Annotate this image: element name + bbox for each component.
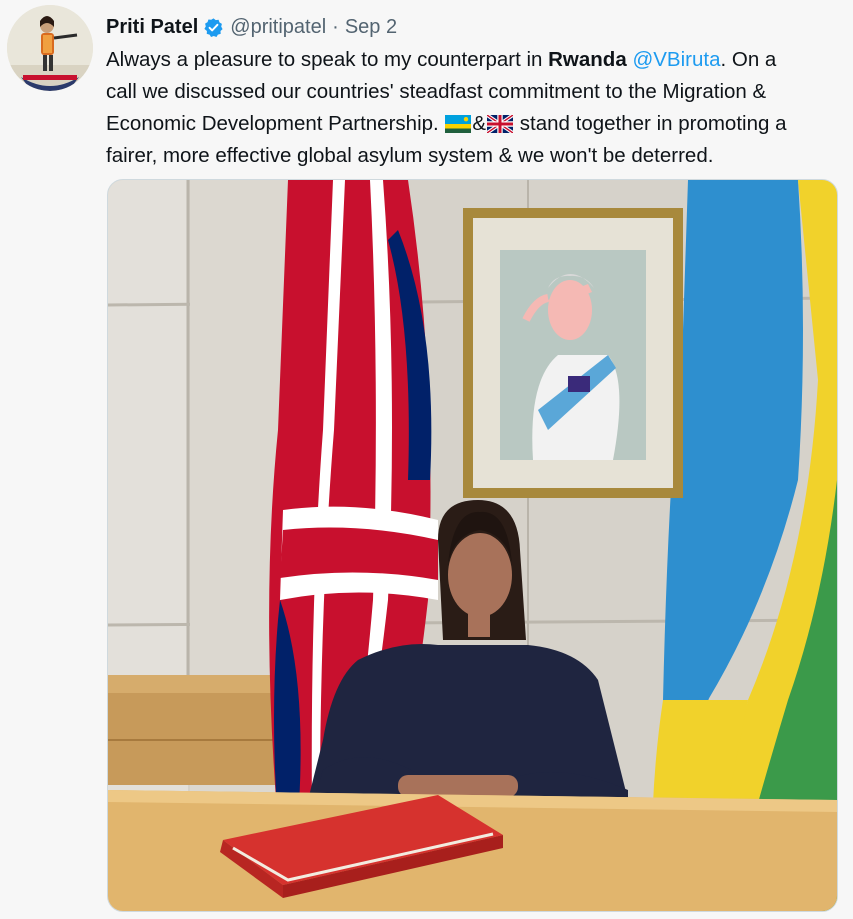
tweet-text-line-4: fairer, more effective global asylum sys… bbox=[106, 144, 714, 167]
tweet-text-segment: Always a pleasure to speak to my counter… bbox=[106, 48, 549, 71]
tweet-text: Always a pleasure to speak to my counter… bbox=[106, 44, 836, 172]
tweet-text-line-2: call we discussed our countries' steadfa… bbox=[106, 80, 767, 103]
tweet-text-segment: & bbox=[472, 112, 487, 135]
author-handle[interactable]: @pritipatel bbox=[230, 16, 326, 39]
tweet-text-segment: . On a bbox=[720, 48, 777, 71]
author-name[interactable]: Priti Patel bbox=[106, 16, 198, 39]
rwanda-flag-emoji bbox=[445, 111, 472, 133]
tweet-text-line-3: Economic Development Partnership. & stan… bbox=[106, 108, 836, 140]
avatar-cartoon-image bbox=[7, 5, 93, 91]
tweet-date[interactable]: Sep 2 bbox=[345, 16, 397, 39]
tweet-text-line-1: Always a pleasure to speak to my counter… bbox=[106, 44, 836, 76]
tweet-text-segment: Economic Development Partnership. bbox=[106, 112, 445, 135]
verified-badge-icon bbox=[203, 17, 224, 38]
tweet-text-segment: stand together in promoting a bbox=[514, 112, 787, 135]
tweet-photo[interactable] bbox=[107, 179, 838, 912]
photo-illustration bbox=[108, 180, 837, 911]
mention-link[interactable]: @VBiruta bbox=[632, 48, 720, 71]
uk-flag-emoji bbox=[486, 111, 515, 135]
header-separator: · bbox=[332, 15, 339, 38]
avatar[interactable] bbox=[7, 5, 93, 91]
tweet[interactable]: Priti Patel @pritipatel · Sep 2 Always a… bbox=[0, 0, 853, 919]
tweet-header: Priti Patel @pritipatel · Sep 2 bbox=[106, 13, 397, 41]
bold-word: Rwanda bbox=[548, 48, 627, 71]
